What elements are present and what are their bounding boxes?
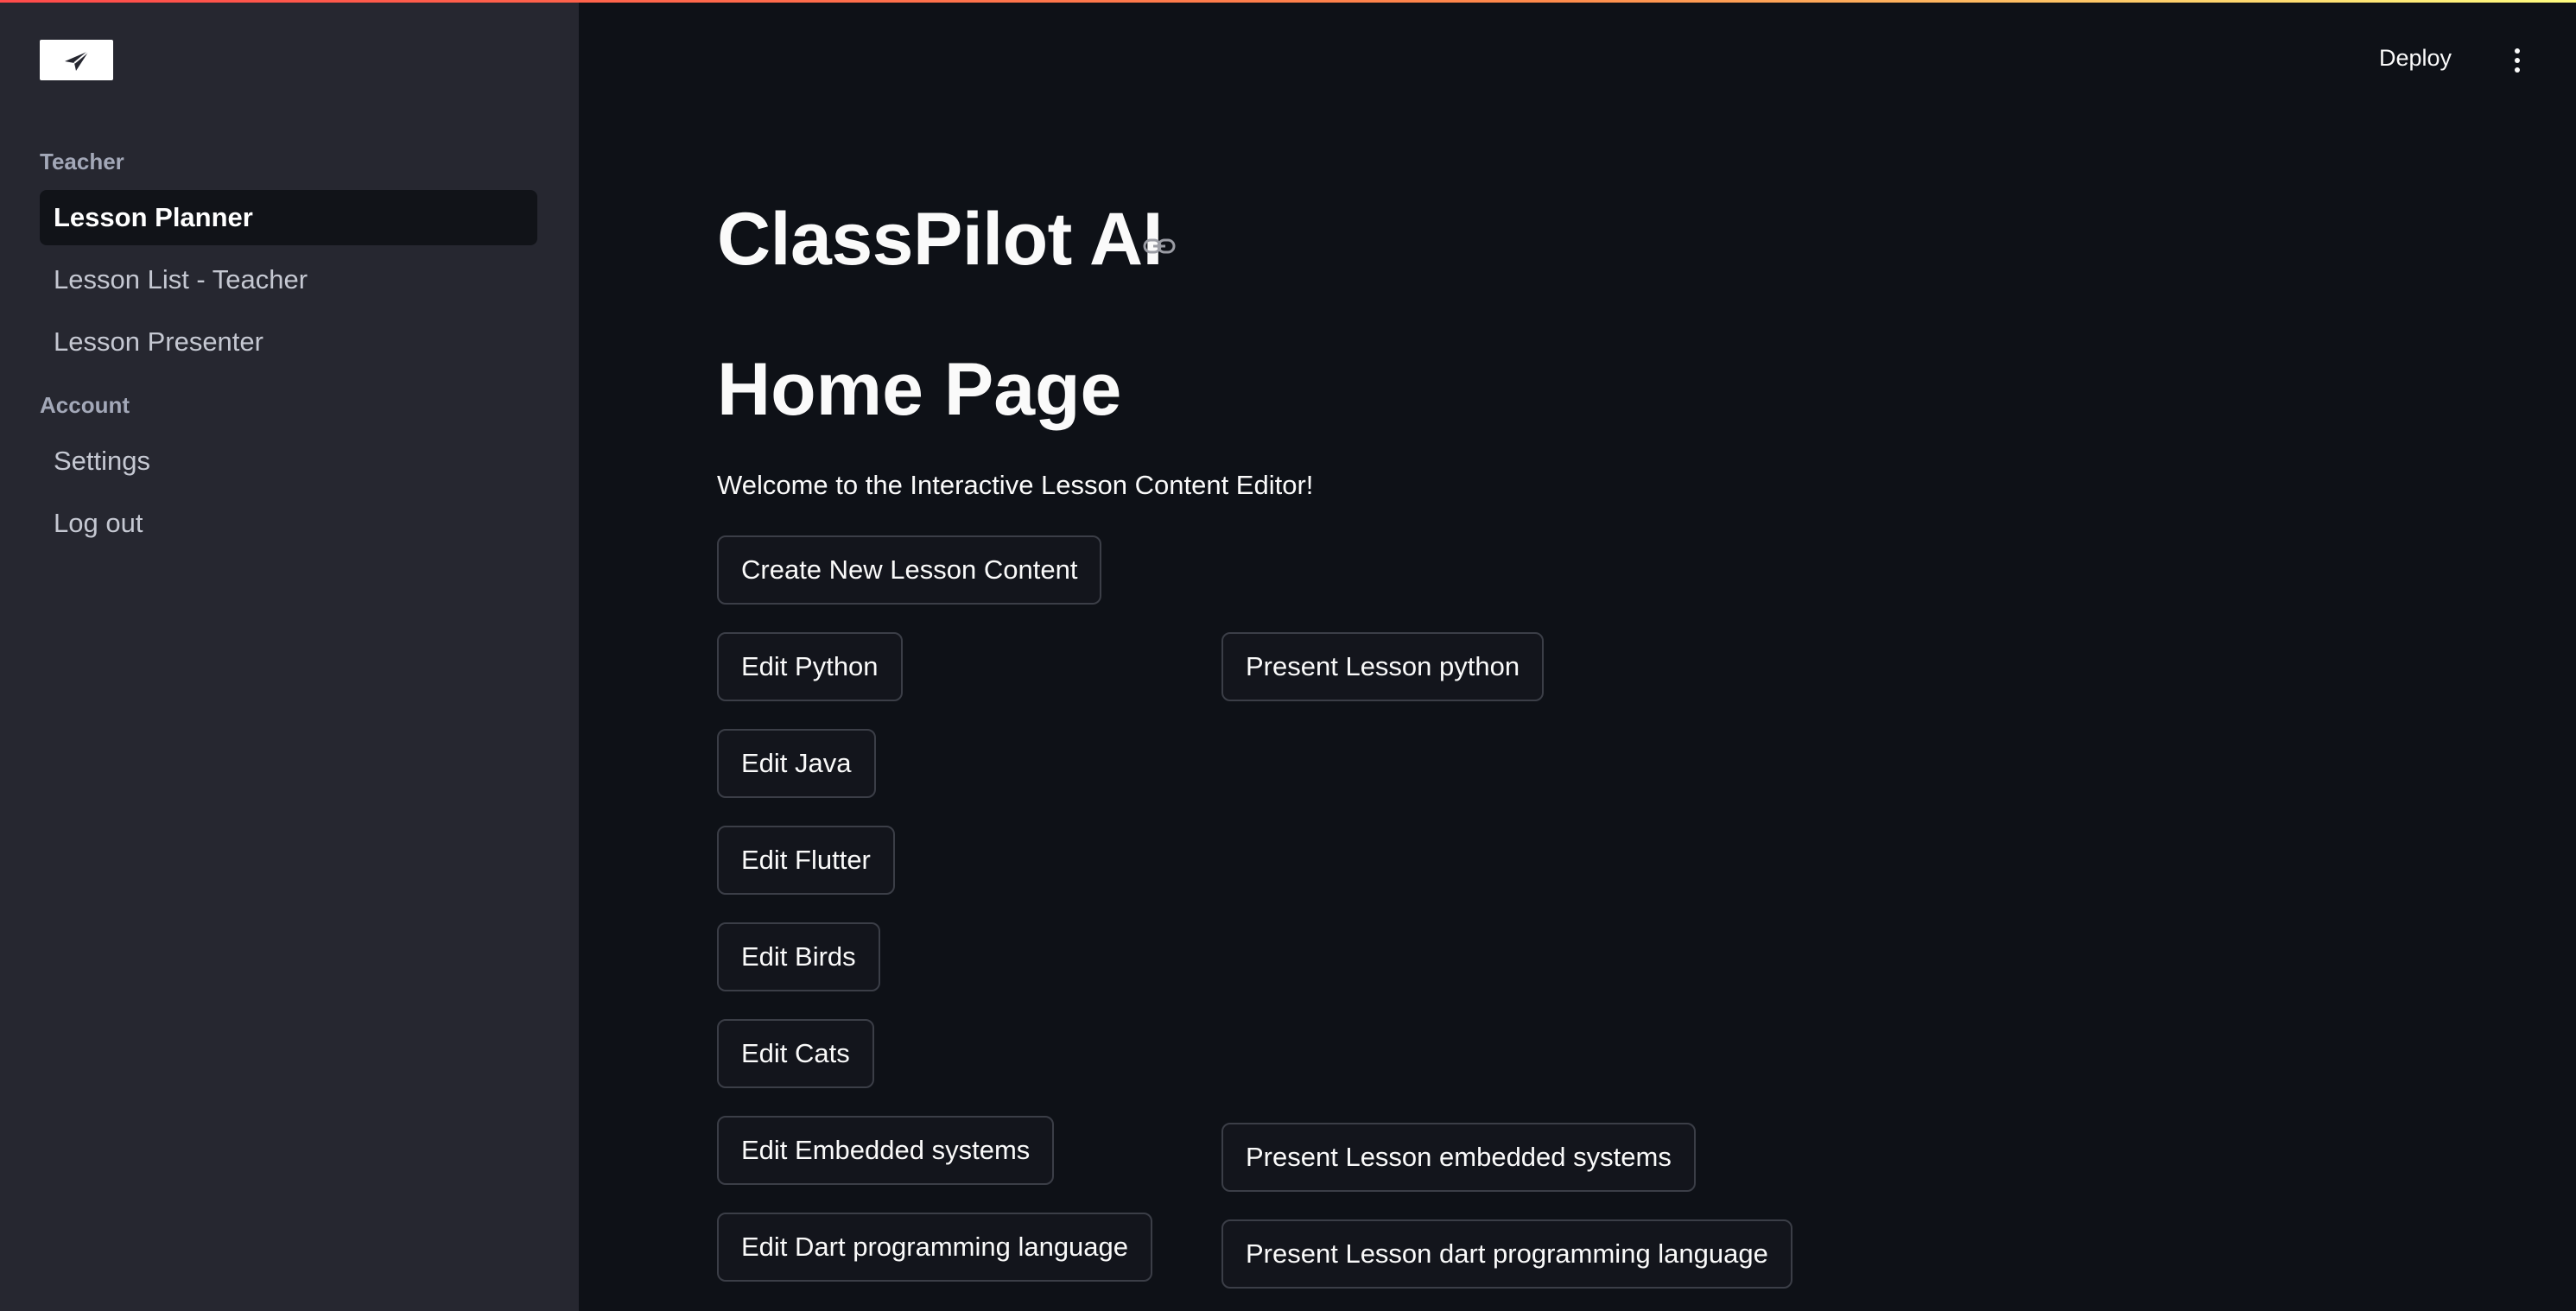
sidebar-section-teacher: Teacher: [40, 149, 124, 174]
sidebar-item-lesson-presenter[interactable]: Lesson Presenter: [40, 314, 537, 370]
edit-dart-button[interactable]: Edit Dart programming language: [717, 1213, 1153, 1282]
edit-embedded-systems-button[interactable]: Edit Embedded systems: [717, 1116, 1055, 1185]
sidebar-item-lesson-planner[interactable]: Lesson Planner: [40, 190, 537, 245]
top-decoration-bar: [0, 0, 2576, 3]
app-title: ClassPilot AI: [717, 198, 1164, 281]
link-icon[interactable]: [1142, 233, 1177, 259]
present-dart-button[interactable]: Present Lesson dart programming language: [1221, 1219, 1792, 1289]
edit-cats-button[interactable]: Edit Cats: [717, 1019, 874, 1088]
create-lesson-button[interactable]: Create New Lesson Content: [717, 535, 1102, 605]
sidebar-item-lesson-list-teacher[interactable]: Lesson List - Teacher: [40, 252, 537, 307]
welcome-text: Welcome to the Interactive Lesson Conten…: [717, 470, 1314, 500]
app-window: Teacher Lesson Planner Lesson List - Tea…: [0, 0, 2576, 1311]
present-embedded-systems-button[interactable]: Present Lesson embedded systems: [1221, 1123, 1696, 1192]
sidebar: Teacher Lesson Planner Lesson List - Tea…: [0, 0, 579, 1311]
page-heading: Home Page: [717, 348, 1122, 431]
edit-java-button[interactable]: Edit Java: [717, 729, 876, 798]
edit-flutter-button[interactable]: Edit Flutter: [717, 826, 895, 895]
edit-birds-button[interactable]: Edit Birds: [717, 922, 880, 991]
sidebar-item-log-out[interactable]: Log out: [40, 496, 537, 551]
deploy-button[interactable]: Deploy: [2379, 45, 2452, 76]
kebab-menu-icon[interactable]: [2505, 43, 2529, 78]
sidebar-section-account: Account: [40, 392, 130, 418]
present-python-button[interactable]: Present Lesson python: [1221, 632, 1545, 701]
sidebar-item-settings[interactable]: Settings: [40, 434, 537, 489]
edit-python-button[interactable]: Edit Python: [717, 632, 903, 701]
paper-plane-icon[interactable]: [40, 40, 113, 80]
